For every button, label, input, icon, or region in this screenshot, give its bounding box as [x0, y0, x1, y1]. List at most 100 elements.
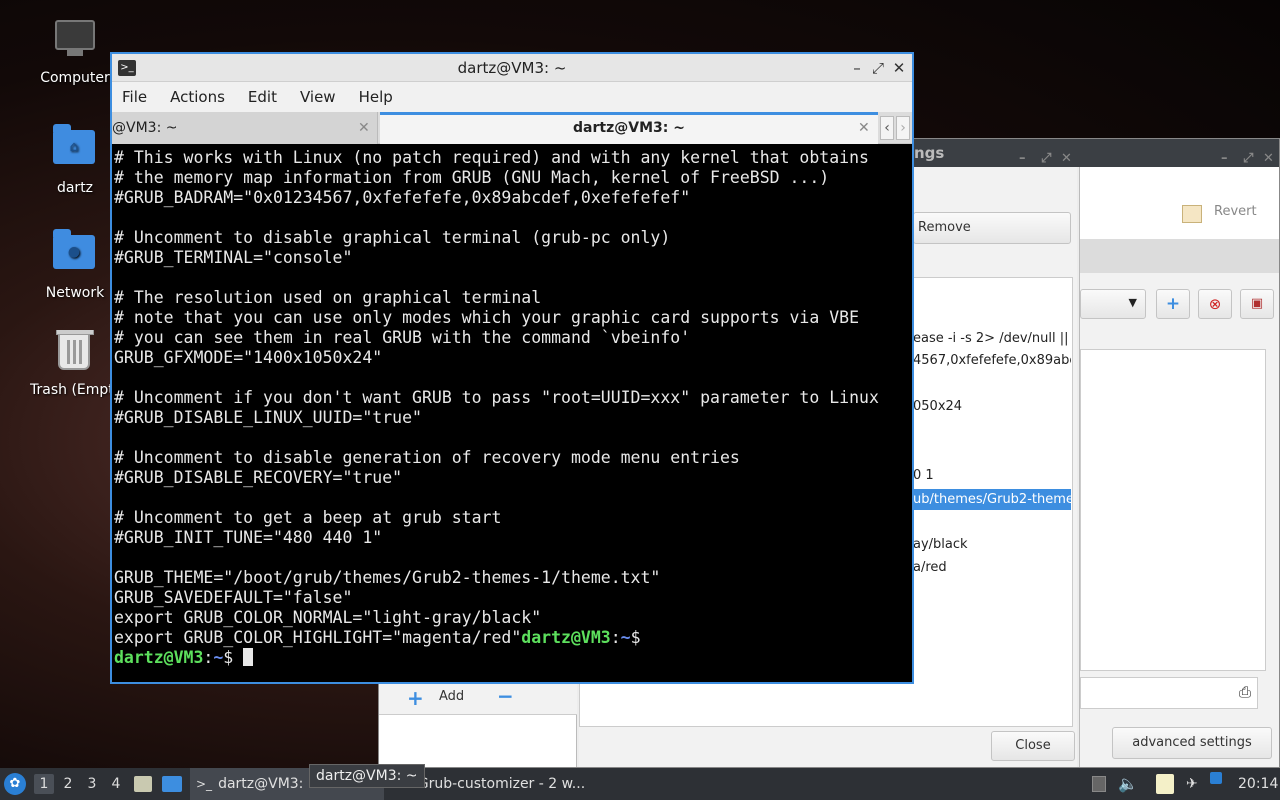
revert-button[interactable]: Revert: [1214, 204, 1257, 219]
delete-icon[interactable]: ⊗: [1198, 289, 1232, 319]
menu-edit[interactable]: Edit: [248, 88, 277, 106]
desktop-icon-network[interactable]: ● Network: [30, 227, 120, 301]
screenshot-icon[interactable]: ▣: [1240, 289, 1274, 319]
terminal-output[interactable]: # This works with Linux (no patch requir…: [114, 148, 910, 680]
terminal-line: # you can see them in real GRUB with the…: [114, 328, 691, 347]
terminal-line: GRUB_SAVEDEFAULT="false": [114, 588, 353, 607]
terminal-app-icon: >_: [196, 777, 213, 791]
desktop-icon-label: dartz: [56, 180, 94, 196]
tab-label: @VM3: ~: [112, 120, 178, 136]
menu-view[interactable]: View: [300, 88, 336, 106]
terminal-line: #GRUB_DISABLE_LINUX_UUID="true": [114, 408, 422, 427]
advanced-settings-button[interactable]: advanced settings: [1112, 727, 1272, 759]
terminal-lines: # This works with Linux (no patch requir…: [114, 148, 910, 628]
close-tab-icon[interactable]: ✕: [358, 112, 370, 144]
terminal-line: # Uncomment to disable generation of rec…: [114, 448, 740, 467]
taskbar: ✿ 1 2 3 4 >_ dartz@VM3: ~ ✎Grub-customize…: [0, 768, 1280, 800]
chevron-down-icon: ▼: [1128, 296, 1137, 309]
taskbar-tooltip: dartz@VM3: ~: [309, 764, 425, 788]
task-label: dartz@VM3: ~: [218, 776, 320, 792]
settings-tabbar: [1080, 239, 1279, 273]
entry-text: ay/black: [913, 537, 968, 552]
terminal-line: # Uncomment to disable graphical termina…: [114, 228, 671, 247]
terminal-line: dartz@VM3:~$: [114, 648, 910, 668]
terminal-line: # the memory map information from GRUB (…: [114, 168, 830, 187]
close-tab-icon[interactable]: ✕: [858, 115, 870, 142]
revert-icon[interactable]: [1182, 205, 1202, 223]
task-grub-customizer[interactable]: ✎Grub-customizer - 2 w...: [398, 768, 598, 800]
terminal-line: GRUB_THEME="/boot/grub/themes/Grub2-them…: [114, 568, 661, 587]
desktop-icon-computer[interactable]: Computer: [30, 16, 120, 86]
add-icon[interactable]: +: [407, 686, 424, 710]
path-input[interactable]: ⎙: [1080, 677, 1258, 709]
network-icon[interactable]: ✈: [1186, 768, 1198, 800]
tab-label: dartz@VM3: ~: [573, 120, 685, 136]
prompt-colon: :: [610, 628, 621, 647]
prompt-colon: :: [203, 648, 214, 667]
terminal-app-icon: >_: [118, 60, 136, 76]
add-button[interactable]: Add: [439, 689, 464, 704]
folder-open-icon[interactable]: ⎙: [1239, 683, 1251, 701]
entry-text: ease -i -s 2> /dev/null ||: [913, 331, 1069, 346]
settings-list[interactable]: [1080, 349, 1266, 671]
grub-window-title: ngs: [914, 144, 945, 162]
entry-text: 4567,0xfefefefe,0x89abc: [913, 353, 1071, 368]
terminal-titlebar[interactable]: >_ dartz@VM3: ~ – ⤢ ✕: [112, 54, 912, 82]
chevron-left-icon[interactable]: ‹: [880, 116, 894, 140]
entry-text: 050x24: [913, 399, 963, 414]
desktop-icon-home[interactable]: ⌂ dartz: [30, 122, 120, 196]
volume-icon[interactable]: 🔈: [1118, 768, 1138, 800]
show-desktop-icon[interactable]: [162, 776, 182, 792]
window-title: dartz@VM3: ~: [457, 59, 567, 77]
text-cursor: [243, 648, 254, 666]
menubar: File Actions Edit View Help: [112, 82, 912, 112]
update-icon[interactable]: [1210, 772, 1222, 784]
desktop-icon-trash[interactable]: Trash (Empt: [30, 330, 118, 398]
clock[interactable]: 20:14: [1238, 768, 1278, 800]
terminal-line: #GRUB_INIT_TUNE="480 440 1": [114, 528, 383, 547]
prompt-user: dartz@VM3: [521, 628, 611, 647]
workspace-1[interactable]: 1: [34, 774, 54, 794]
workspace-3[interactable]: 3: [82, 774, 102, 794]
tab-active[interactable]: dartz@VM3: ~ ✕: [380, 112, 878, 144]
prompt-path: ~: [213, 648, 224, 667]
menu-actions[interactable]: Actions: [170, 88, 225, 106]
terminal-line: GRUB_GFXMODE="1400x1050x24": [114, 348, 383, 367]
prompt-symbol: $: [223, 648, 234, 667]
terminal-line: # This works with Linux (no patch requir…: [114, 148, 869, 167]
start-menu-icon[interactable]: ✿: [4, 773, 26, 795]
maximize-icon[interactable]: ⤢: [868, 57, 888, 79]
settings-header: Revert: [1080, 167, 1279, 239]
task-label: Grub-customizer - 2 w...: [417, 776, 586, 792]
remove-icon[interactable]: −: [497, 684, 514, 708]
terminal-output-text: export GRUB_COLOR_HIGHLIGHT="magenta/red…: [114, 628, 522, 647]
terminal-line: # note that you can use only modes which…: [114, 308, 860, 327]
entry-text: 0 1: [913, 468, 934, 483]
clipboard-icon[interactable]: [1156, 774, 1174, 794]
minimize-icon[interactable]: –: [847, 57, 867, 79]
menu-file[interactable]: File: [122, 88, 147, 106]
entry-text: a/red: [913, 560, 947, 575]
tray-up-icon[interactable]: [1092, 776, 1106, 792]
terminal-line: # The resolution used on graphical termi…: [114, 288, 542, 307]
network-folder-icon: ●: [53, 229, 97, 279]
add-icon[interactable]: +: [1156, 289, 1190, 319]
file-manager-icon[interactable]: [134, 776, 152, 792]
desktop-icon-label: Computer: [40, 70, 110, 86]
close-icon[interactable]: ✕: [889, 57, 909, 79]
workspace-2[interactable]: 2: [58, 774, 78, 794]
terminal-line: #GRUB_TERMINAL="console": [114, 248, 353, 267]
selected-entry[interactable]: ub/themes/Grub2-theme: [913, 489, 1071, 510]
chevron-right-icon[interactable]: ›: [896, 116, 910, 140]
close-button[interactable]: Close: [991, 731, 1075, 761]
select-dropdown[interactable]: ▼: [1080, 289, 1146, 319]
remove-button[interactable]: Remove: [913, 212, 1071, 244]
workspace-4[interactable]: 4: [106, 774, 126, 794]
menu-help[interactable]: Help: [359, 88, 393, 106]
tab-inactive[interactable]: @VM3: ~ ✕: [112, 112, 378, 144]
